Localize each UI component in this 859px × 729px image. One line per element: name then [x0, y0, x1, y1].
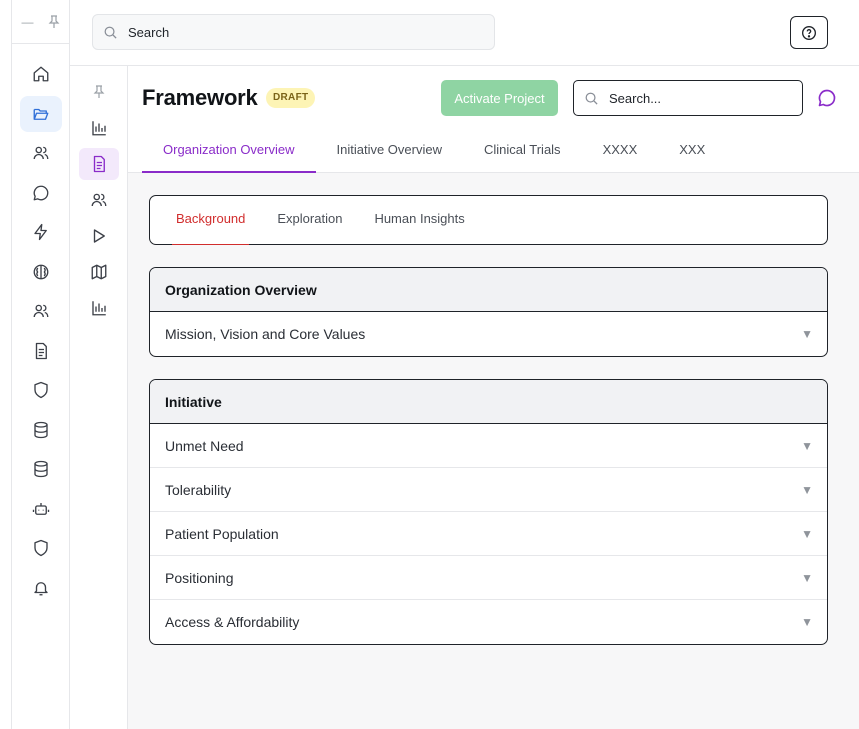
window-edge	[0, 0, 12, 729]
section-title: Organization Overview	[150, 268, 827, 312]
accordion-row[interactable]: Positioning ▼	[150, 556, 827, 600]
rail-window-controls: —	[12, 0, 69, 44]
main-rail: —	[12, 0, 70, 729]
search-icon	[584, 91, 599, 106]
chevron-down-icon: ▼	[801, 570, 813, 585]
accordion-row[interactable]: Unmet Need ▼	[150, 424, 827, 468]
tab-initiative-overview[interactable]: Initiative Overview	[316, 134, 463, 173]
chevron-down-icon: ▼	[801, 482, 813, 497]
users-icon[interactable]	[79, 184, 119, 216]
tab-clinical-trials[interactable]: Clinical Trials	[463, 134, 582, 173]
tab-xxx[interactable]: XXX	[658, 134, 726, 173]
main-tabs: Organization Overview Initiative Overvie…	[142, 134, 726, 173]
database-icon[interactable]	[20, 412, 62, 448]
map-icon[interactable]	[79, 256, 119, 288]
accordion-label: Positioning	[165, 569, 234, 586]
search-icon	[103, 25, 118, 40]
page-search[interactable]	[573, 80, 803, 116]
pin-icon[interactable]	[48, 14, 60, 29]
main-content: Framework DRAFT Activate Project Organiz…	[128, 66, 859, 729]
chevron-down-icon: ▼	[801, 327, 813, 341]
page-header: Framework DRAFT Activate Project Organiz…	[128, 66, 859, 173]
chevron-down-icon: ▼	[801, 526, 813, 541]
home-icon[interactable]	[20, 56, 62, 92]
document-icon[interactable]	[78, 148, 119, 180]
accordion-row[interactable]: Tolerability ▼	[150, 468, 827, 512]
accordion-label: Mission, Vision and Core Values	[165, 326, 366, 342]
global-search-input[interactable]	[128, 24, 468, 40]
users-icon[interactable]	[20, 293, 62, 329]
database-icon[interactable]	[20, 451, 62, 487]
minimize-button[interactable]: —	[22, 15, 34, 29]
accordion-row[interactable]: Mission, Vision and Core Values ▼	[150, 312, 827, 356]
brain-icon[interactable]	[20, 254, 62, 290]
chevron-down-icon: ▼	[801, 615, 813, 629]
accordion-label: Access & Affordability	[165, 614, 300, 630]
accordion-label: Unmet Need	[165, 437, 244, 454]
bell-icon[interactable]	[20, 570, 62, 606]
bar-chart-icon[interactable]	[79, 112, 119, 144]
section-initiative: Initiative Unmet Need ▼ Tolerability ▼ P…	[149, 379, 828, 645]
help-icon	[801, 25, 817, 41]
document-icon[interactable]	[20, 333, 62, 369]
users-icon[interactable]	[20, 135, 62, 171]
chat-icon[interactable]	[20, 175, 62, 211]
section-title: Initiative	[150, 380, 827, 424]
bot-icon[interactable]	[20, 491, 62, 527]
accordion-label: Patient Population	[165, 525, 279, 542]
subtab-exploration[interactable]: Exploration	[263, 196, 356, 245]
page-search-input[interactable]	[609, 90, 789, 106]
section-organization-overview: Organization Overview Mission, Vision an…	[149, 267, 828, 357]
subtabs: Background Exploration Human Insights	[149, 195, 828, 245]
global-search[interactable]	[92, 14, 495, 50]
page-title: Framework	[142, 85, 258, 110]
bar-chart-icon[interactable]	[79, 292, 119, 324]
accordion-label: Tolerability	[165, 481, 232, 498]
accordion-row[interactable]: Patient Population ▼	[150, 512, 827, 556]
play-icon[interactable]	[79, 220, 119, 252]
pin-icon[interactable]	[79, 82, 119, 102]
shield-icon[interactable]	[20, 372, 62, 408]
shield-icon[interactable]	[20, 530, 62, 566]
chevron-down-icon: ▼	[801, 438, 813, 453]
activate-project-button[interactable]: Activate Project	[441, 80, 558, 116]
chat-icon[interactable]	[817, 88, 837, 108]
tab-organization-overview[interactable]: Organization Overview	[142, 134, 316, 173]
topbar	[70, 0, 859, 66]
status-badge: DRAFT	[266, 88, 316, 108]
secondary-nav	[70, 66, 128, 729]
folder-open-icon[interactable]	[19, 95, 62, 132]
subtab-background[interactable]: Background	[162, 196, 259, 245]
tab-xxxx[interactable]: XXXX	[582, 134, 659, 173]
lightning-icon[interactable]	[20, 214, 62, 250]
accordion-row[interactable]: Access & Affordability ▼	[150, 600, 827, 644]
help-button[interactable]	[790, 16, 828, 49]
subtab-human-insights[interactable]: Human Insights	[360, 196, 478, 245]
